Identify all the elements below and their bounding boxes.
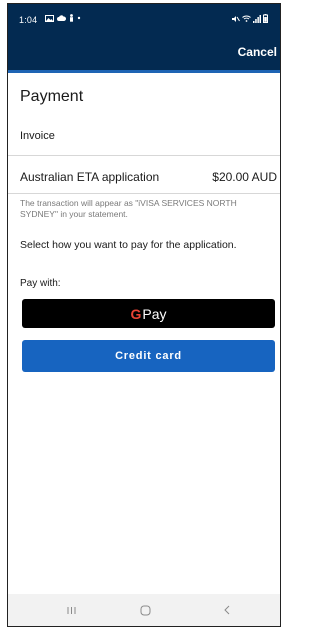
home-icon xyxy=(140,605,150,615)
phone-screen: 1:04 Cancel Payment Invoice Australian E… xyxy=(7,3,281,627)
status-bar: 1:04 xyxy=(8,4,280,34)
google-pay-label: Pay xyxy=(142,305,167,322)
gallery-icon xyxy=(45,14,54,22)
home-button[interactable] xyxy=(125,594,165,626)
statement-note: The transaction will appear as "iVISA SE… xyxy=(20,198,237,219)
back-icon xyxy=(224,605,230,615)
cancel-button[interactable]: Cancel xyxy=(238,45,277,59)
item-price: $20.00 AUD xyxy=(212,170,277,184)
signal-icon xyxy=(253,14,261,23)
status-time: 1:04 xyxy=(19,15,38,25)
item-name: Australian ETA application xyxy=(20,170,160,184)
divider xyxy=(8,155,280,156)
invoice-heading: Invoice xyxy=(20,130,55,142)
system-icons xyxy=(231,14,268,23)
notification-icons xyxy=(45,14,81,22)
battery-icon xyxy=(263,14,268,23)
pay-with-label: Pay with: xyxy=(20,278,61,289)
google-pay-button[interactable]: G Pay xyxy=(22,299,275,328)
page-title: Payment xyxy=(20,88,84,105)
dot-icon xyxy=(77,16,81,20)
mute-icon xyxy=(232,15,240,22)
credit-card-button[interactable]: Credit card xyxy=(22,340,275,372)
recent-apps-button[interactable] xyxy=(51,594,91,626)
back-button[interactable] xyxy=(207,594,247,626)
wifi-icon xyxy=(242,15,251,22)
divider xyxy=(8,193,280,194)
payment-instruction: Select how you want to pay for the appli… xyxy=(20,239,237,251)
recent-apps-icon xyxy=(67,606,75,614)
system-nav-bar xyxy=(8,594,280,626)
google-g-icon: G xyxy=(130,305,142,322)
app-header: 1:04 Cancel xyxy=(8,4,280,73)
cloud-icon xyxy=(57,15,66,21)
person-icon xyxy=(70,14,73,22)
invoice-line-item: Australian ETA application $20.00 AUD xyxy=(20,170,277,184)
